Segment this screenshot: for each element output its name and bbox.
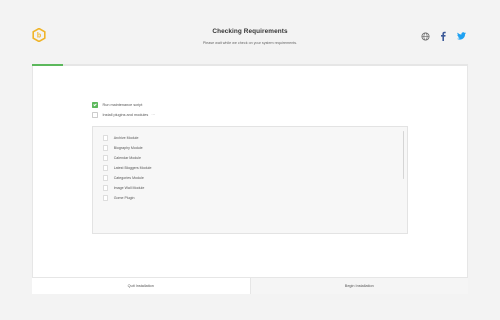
module-label: Archive Module xyxy=(113,136,139,140)
progress-fill xyxy=(32,64,63,66)
quit-installation-button[interactable]: Quit Installation xyxy=(32,278,250,294)
list-item[interactable]: Image Wall Module xyxy=(103,184,144,192)
checkbox-checked[interactable] xyxy=(92,102,98,108)
installer-page: b Checking Requirements Please wait whil… xyxy=(0,0,500,320)
footer-actions: Quit Installation Begin Installation xyxy=(32,277,468,294)
checkbox[interactable] xyxy=(103,185,109,191)
option-install-plugins[interactable]: Install plugins and modules ··· xyxy=(92,111,155,119)
module-label: Biography Module xyxy=(113,146,143,150)
option-label: Run maintenance script xyxy=(102,103,143,107)
progress-bar xyxy=(32,64,468,66)
list-item[interactable]: Biography Module xyxy=(103,144,143,152)
module-label: Gome Plugin xyxy=(113,196,135,200)
twitter-icon[interactable] xyxy=(456,31,466,41)
checkbox[interactable] xyxy=(103,175,109,181)
module-label: Categories Module xyxy=(113,176,144,180)
scrollbar[interactable] xyxy=(402,131,404,179)
checkbox[interactable] xyxy=(103,195,109,201)
list-item[interactable]: Calendar Module xyxy=(103,154,141,162)
list-item[interactable]: Archive Module xyxy=(103,134,138,142)
modules-list[interactable]: Archive Module Biography Module Calendar… xyxy=(92,126,408,234)
begin-installation-button[interactable]: Begin Installation xyxy=(249,278,468,294)
checkbox[interactable] xyxy=(103,135,109,141)
facebook-icon[interactable] xyxy=(439,31,447,41)
list-item[interactable]: Categories Module xyxy=(103,174,144,182)
option-run-maintenance[interactable]: Run maintenance script xyxy=(92,101,142,109)
list-item[interactable]: Latest Bloggers Module xyxy=(103,164,151,172)
checkbox[interactable] xyxy=(103,155,109,161)
checkbox[interactable] xyxy=(103,145,109,151)
module-label: Image Wall Module xyxy=(113,186,145,190)
list-item[interactable]: Gome Plugin xyxy=(103,194,134,202)
checkbox[interactable] xyxy=(92,112,98,118)
globe-icon[interactable] xyxy=(420,31,430,41)
module-label: Calendar Module xyxy=(113,156,142,160)
option-label: Install plugins and modules xyxy=(102,113,149,117)
page-subtitle: Please wait while we check on your syste… xyxy=(202,41,298,45)
more-indicator: ··· xyxy=(151,113,156,117)
checkbox[interactable] xyxy=(103,165,109,171)
module-label: Latest Bloggers Module xyxy=(113,166,152,170)
